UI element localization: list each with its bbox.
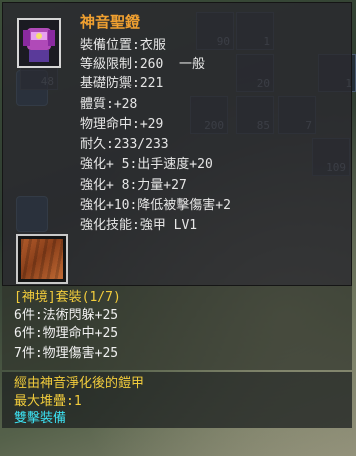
equip-slot[interactable] <box>16 234 68 284</box>
armor-icon <box>23 28 55 62</box>
stat-enhance-skill: 強化技能:強甲 LV1 <box>80 218 198 233</box>
stat-enhance-8: 強化+ 8:力量+27 <box>80 178 187 193</box>
stat-constitution: 體質:+28 <box>80 97 138 112</box>
description-text: 經由神音淨化後的鎧甲 <box>14 376 145 391</box>
stat-enhance-10: 強化+10:降低被擊傷害+2 <box>80 198 231 213</box>
stat-enhance-5: 強化+ 5:出手速度+20 <box>80 157 213 172</box>
stat-level: 等級限制:260 一般 <box>80 57 205 72</box>
wood-slot-icon <box>21 239 63 279</box>
set-bonus: 6件:物理命中+25 <box>14 326 119 341</box>
stat-slot: 裝備位置:衣服 <box>80 38 166 53</box>
max-stack: 最大堆疊:1 <box>14 394 82 409</box>
set-bonus: 7件:物理傷害+25 <box>14 346 119 361</box>
item-name: 神音聖鐙 <box>80 13 141 31</box>
stat-durability: 耐久:233/233 <box>80 137 169 152</box>
item-icon <box>17 18 61 68</box>
double-click-hint: 雙擊裝備 <box>14 411 67 426</box>
set-bonus: 6件:法術閃躲+25 <box>14 308 119 323</box>
set-header: [神境]套裝(1/7) <box>14 290 121 305</box>
stat-accuracy: 物理命中:+29 <box>80 117 164 132</box>
stat-defense: 基礎防禦:221 <box>80 76 164 91</box>
